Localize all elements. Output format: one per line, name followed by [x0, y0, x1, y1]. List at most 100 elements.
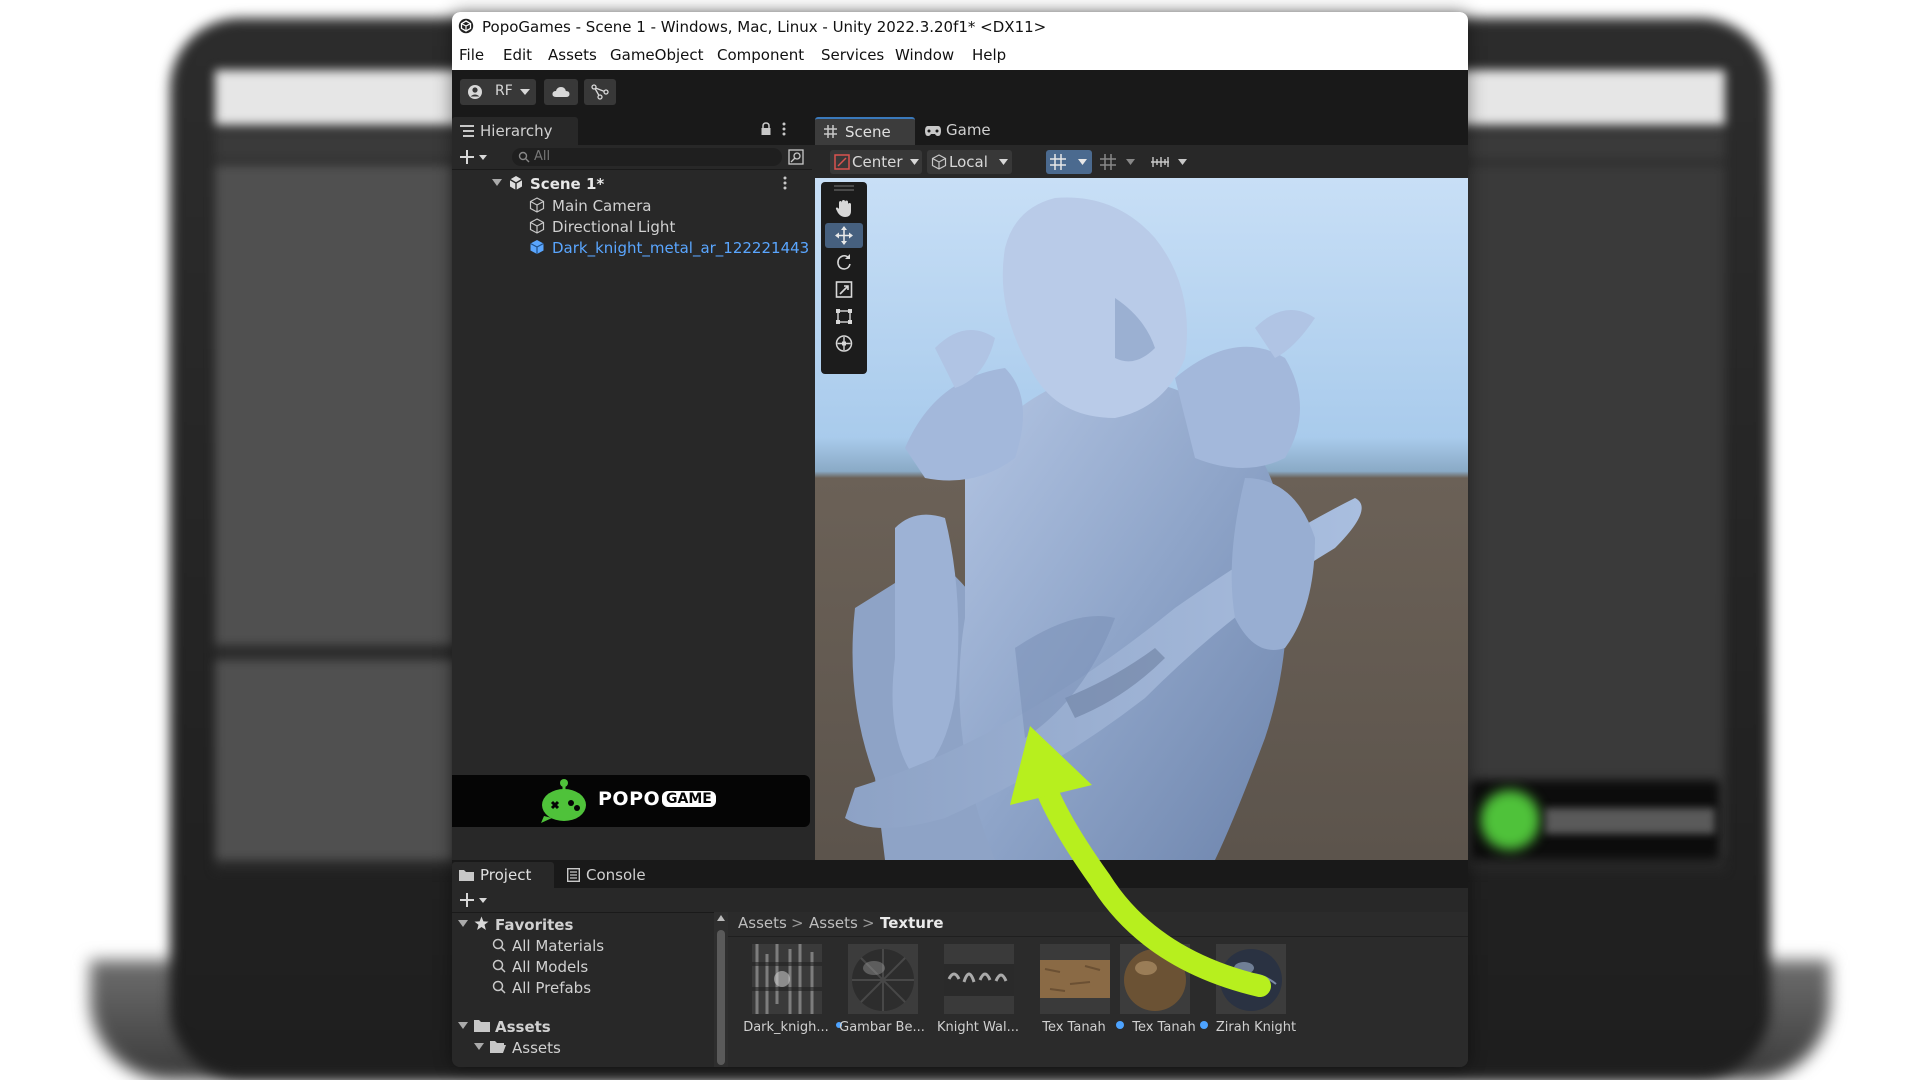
asset-label: Gambar Be...	[839, 1020, 925, 1035]
favorites-label: Favorites	[495, 916, 574, 934]
tab-console[interactable]: Console	[562, 862, 658, 888]
chevron-down-icon	[1178, 159, 1187, 165]
menu-window[interactable]: Window	[895, 46, 954, 64]
hierarchy-scene-row[interactable]: Scene 1*	[452, 173, 812, 194]
project-tree-scrollbar[interactable]	[714, 912, 728, 1067]
project-add-row	[452, 888, 1468, 913]
collab-button[interactable]	[584, 79, 616, 105]
scene-icon	[509, 176, 523, 190]
prefab-cube-icon	[530, 240, 544, 254]
menu-assets[interactable]: Assets	[548, 46, 597, 64]
console-icon	[567, 868, 580, 882]
menu-file[interactable]: File	[459, 46, 484, 64]
folder-open-icon	[490, 1041, 506, 1053]
rect-tool-button[interactable]	[825, 304, 863, 329]
menu-services[interactable]: Services	[821, 46, 884, 64]
tab-game-label: Game	[946, 121, 991, 139]
breadcrumb-item[interactable]: Assets	[738, 914, 787, 932]
asset-tile[interactable]: Gambar Be...	[834, 944, 930, 1054]
grid-snapping-toggle[interactable]	[1046, 150, 1092, 174]
hand-tool-button[interactable]	[825, 196, 863, 221]
transform-tool-button[interactable]	[825, 331, 863, 356]
tab-scene[interactable]: Scene	[815, 117, 915, 145]
asset-tile[interactable]: Zirah Knight	[1200, 944, 1298, 1054]
asset-tile[interactable]: Dark_knigh...	[738, 944, 834, 1054]
scene-viewport[interactable]	[815, 178, 1468, 860]
account-icon	[468, 85, 482, 99]
menu-gameobject[interactable]: GameObject	[610, 46, 704, 64]
assets-root-label: Assets	[495, 1018, 551, 1036]
material-sphere-thumbnail	[1120, 944, 1190, 1014]
expand-arrow-icon[interactable]	[492, 179, 502, 187]
ruler-toggle[interactable]	[1146, 150, 1190, 174]
hierarchy-item-label: Directional Light	[552, 218, 676, 236]
expand-arrow-icon[interactable]	[458, 920, 468, 928]
title-bar: PopoGames - Scene 1 - Windows, Mac, Linu…	[452, 12, 1468, 42]
hierarchy-item-dark-knight[interactable]: Dark_knight_metal_ar_122221443	[452, 237, 812, 258]
snap-increment-icon	[1100, 154, 1116, 170]
rect-transform-icon	[836, 309, 852, 324]
increment-snap-toggle[interactable]	[1096, 150, 1138, 174]
add-icon[interactable]	[460, 892, 490, 908]
scene-tab-bar: Scene Game	[812, 115, 1468, 145]
hierarchy-item-label: Main Camera	[552, 197, 652, 215]
menu-help[interactable]: Help	[972, 46, 1006, 64]
favorites-row[interactable]: Favorites	[452, 914, 714, 935]
menu-component[interactable]: Component	[717, 46, 804, 64]
hierarchy-search-row: All	[452, 145, 812, 170]
pivot-center-dropdown[interactable]: Center	[830, 150, 922, 174]
scroll-up-icon[interactable]	[717, 915, 725, 921]
hierarchy-item-label: Dark_knight_metal_ar_122221443	[552, 239, 810, 257]
favorite-item-all-prefabs[interactable]: All Prefabs	[452, 977, 714, 998]
breadcrumb-separator: >	[862, 914, 875, 932]
breadcrumb-item[interactable]: Assets	[809, 914, 858, 932]
search-options-icon[interactable]	[788, 149, 804, 165]
move-tool-button[interactable]	[825, 223, 863, 248]
hierarchy-tab-bar: Hierarchy	[452, 115, 812, 145]
logo-badge: GAME	[662, 791, 716, 807]
asset-tile[interactable]: Knight Wal...	[930, 944, 1026, 1054]
main-toolbar: RF	[452, 70, 1468, 115]
transform-icon	[835, 335, 853, 352]
tab-hierarchy[interactable]: Hierarchy	[452, 117, 578, 145]
scrollbar-thumb[interactable]	[717, 930, 725, 1065]
project-tab-bar: Project Console	[452, 860, 1468, 888]
list-icon	[460, 125, 474, 137]
menu-edit[interactable]: Edit	[503, 46, 532, 64]
drag-handle-icon[interactable]	[834, 185, 854, 191]
gameobject-cube-icon	[529, 197, 545, 213]
hierarchy-item-directional-light[interactable]: Directional Light	[452, 216, 812, 237]
rotate-tool-button[interactable]	[825, 250, 863, 275]
account-button[interactable]: RF	[460, 79, 536, 105]
local-space-icon	[931, 154, 947, 170]
cloud-button[interactable]	[544, 79, 578, 105]
assets-root-row[interactable]: Assets	[452, 1016, 714, 1037]
scene-name: Scene 1*	[530, 175, 605, 193]
scene-more-icon[interactable]	[783, 176, 787, 190]
chevron-down-icon	[520, 89, 530, 95]
window-title: PopoGames - Scene 1 - Windows, Mac, Linu…	[482, 18, 1047, 36]
favorite-item-all-materials[interactable]: All Materials	[452, 935, 714, 956]
source-control-icon	[591, 84, 609, 100]
add-icon[interactable]	[460, 149, 490, 165]
favorite-item-all-models[interactable]: All Models	[452, 956, 714, 977]
expand-arrow-icon[interactable]	[458, 1022, 468, 1030]
space-local-dropdown[interactable]: Local	[927, 150, 1012, 174]
tab-game[interactable]: Game	[920, 117, 1000, 145]
chevron-down-icon	[1078, 159, 1087, 165]
scene-toolbar: Center Local	[812, 145, 1468, 177]
tab-project-label: Project	[480, 866, 532, 884]
asset-tile[interactable]: Tex Tanah	[1106, 944, 1202, 1054]
assets-child-row[interactable]: Assets	[452, 1037, 714, 1058]
favorite-label: All Models	[512, 958, 589, 976]
tab-project[interactable]: Project	[452, 862, 554, 888]
asset-label: Zirah Knight	[1215, 1020, 1297, 1035]
lock-icon[interactable]	[760, 122, 772, 136]
hierarchy-search-input[interactable]: All	[512, 148, 782, 166]
more-options-icon[interactable]	[782, 122, 786, 136]
scale-tool-button[interactable]	[825, 277, 863, 302]
hierarchy-item-main-camera[interactable]: Main Camera	[452, 195, 812, 216]
logo-text: POPO	[598, 788, 661, 810]
expand-arrow-icon[interactable]	[474, 1043, 484, 1051]
hierarchy-panel: Hierarchy All Scene 1* Main Camera Direc…	[452, 115, 812, 860]
